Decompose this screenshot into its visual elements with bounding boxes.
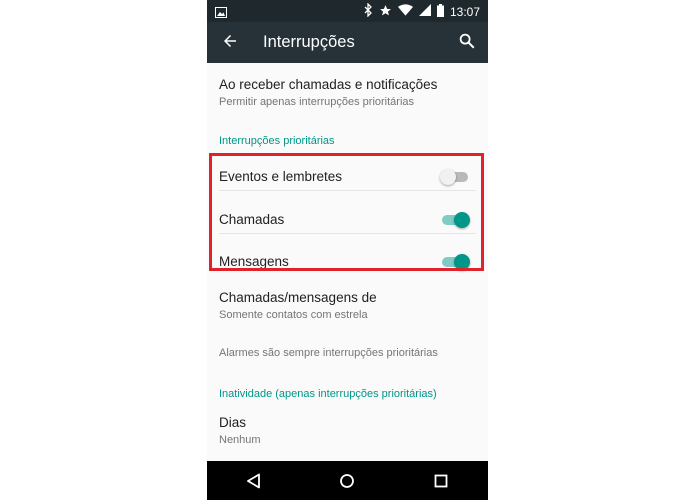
messages-switch[interactable]	[440, 254, 472, 270]
section-header-downtime: Inatividade (apenas interrupções priorit…	[219, 388, 437, 400]
app-toolbar: Interrupções	[207, 22, 488, 63]
days-setting[interactable]: Dias Nenhum	[219, 415, 476, 446]
phone-screen: 13:07 Interrupções Ao receber chamadas e…	[207, 0, 488, 500]
clock-time: 13:07	[449, 4, 480, 19]
status-bar: 13:07	[207, 0, 488, 22]
home-circle-icon[interactable]	[327, 466, 367, 496]
toggle-row-events[interactable]: Eventos e lembretes	[219, 156, 476, 198]
navigation-bar	[207, 461, 488, 500]
divider	[219, 190, 476, 191]
toggle-label: Mensagens	[219, 254, 289, 269]
events-switch[interactable]	[440, 169, 472, 185]
back-triangle-icon[interactable]	[234, 466, 274, 496]
star-icon	[379, 4, 392, 20]
calls-messages-from-setting[interactable]: Chamadas/mensagens de Somente contatos c…	[219, 290, 476, 321]
switch-thumb	[454, 212, 470, 228]
page-title: Interrupções	[263, 33, 355, 51]
wifi-icon	[397, 4, 413, 19]
search-icon[interactable]	[458, 32, 476, 55]
image-icon	[215, 5, 227, 23]
switch-thumb	[440, 169, 456, 185]
divider	[219, 233, 476, 234]
battery-icon	[436, 3, 444, 20]
section-header-priority: Interrupções prioritárias	[219, 135, 335, 147]
setting-subtitle: Nenhum	[219, 434, 261, 446]
setting-title: Ao receber chamadas e notificações	[219, 77, 438, 92]
calls-switch[interactable]	[440, 212, 472, 228]
signal-icon	[418, 4, 431, 19]
setting-title: Dias	[219, 415, 247, 430]
setting-subtitle: Permitir apenas interrupções prioritária…	[219, 96, 415, 108]
arrow-left-icon[interactable]	[221, 32, 239, 55]
toggle-row-calls[interactable]: Chamadas	[219, 199, 476, 241]
bluetooth-icon	[364, 2, 373, 20]
toggle-row-messages[interactable]: Mensagens	[219, 241, 476, 283]
setting-title: Chamadas/mensagens de	[219, 290, 377, 305]
calls-notifications-setting[interactable]: Ao receber chamadas e notificações Permi…	[219, 77, 476, 108]
switch-thumb	[454, 254, 470, 270]
recents-square-icon[interactable]	[421, 466, 461, 496]
toggle-label: Chamadas	[219, 212, 285, 227]
toggle-label: Eventos e lembretes	[219, 169, 343, 184]
alarms-note: Alarmes são sempre interrupções prioritá…	[219, 347, 438, 359]
setting-subtitle: Somente contatos com estrela	[219, 309, 368, 321]
